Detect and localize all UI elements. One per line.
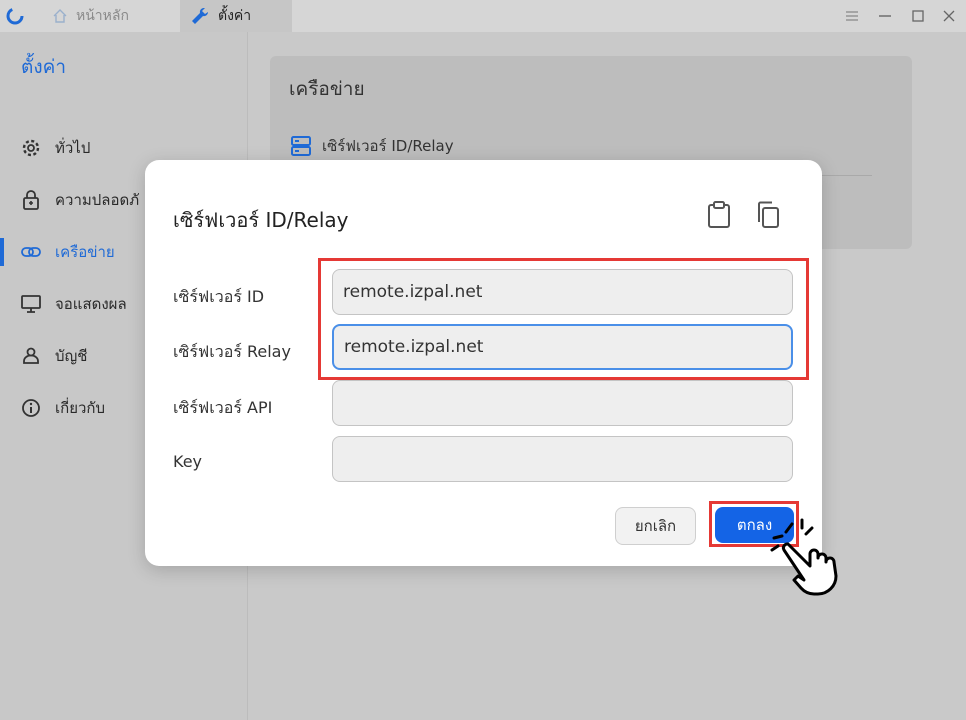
server-icon xyxy=(291,136,311,156)
copy-icon[interactable] xyxy=(754,200,782,230)
cancel-button[interactable]: ยกเลิก xyxy=(615,507,696,545)
sidebar-item-label: จอแสดงผล xyxy=(55,295,127,313)
tab-home-label: หน้าหลัก xyxy=(76,8,129,24)
id-relay-server-row[interactable]: เซิร์ฟเวอร์ ID/Relay xyxy=(290,134,454,158)
lock-icon xyxy=(23,190,39,210)
tab-settings[interactable]: ตั้งค่า xyxy=(180,0,292,32)
relay-server-label: เซิร์ฟเวอร์ Relay xyxy=(173,342,291,361)
tab-home[interactable]: หน้าหลัก xyxy=(52,0,129,32)
minimize-icon xyxy=(879,15,891,17)
maximize-button[interactable] xyxy=(906,4,930,28)
hand-pointer-icon xyxy=(770,518,838,596)
api-server-label: เซิร์ฟเวอร์ API xyxy=(173,398,273,417)
key-input[interactable] xyxy=(332,436,793,482)
card-title: เครือข่าย xyxy=(289,78,365,100)
wrench-icon xyxy=(192,7,209,24)
app-logo-icon xyxy=(6,7,24,25)
minimize-button[interactable] xyxy=(873,4,897,28)
api-server-input[interactable] xyxy=(332,380,793,426)
person-icon xyxy=(23,347,39,364)
menu-button[interactable] xyxy=(840,4,864,28)
menu-icon xyxy=(846,11,858,21)
active-indicator xyxy=(0,238,4,266)
id-server-label: เซิร์ฟเวอร์ ID xyxy=(173,287,265,306)
key-label: Key xyxy=(173,452,203,471)
gear-icon xyxy=(22,139,40,157)
card-row-label: เซิร์ฟเวอร์ ID/Relay xyxy=(322,137,454,155)
sidebar-item-label: ความปลอดภั xyxy=(55,191,140,209)
home-icon xyxy=(53,9,67,23)
close-button[interactable] xyxy=(937,4,961,28)
sidebar-item-label: เกี่ยวกับ xyxy=(55,399,106,417)
monitor-icon xyxy=(21,295,41,313)
tab-settings-label: ตั้งค่า xyxy=(218,8,252,24)
sidebar-item-label: ทั่วไป xyxy=(55,139,91,157)
info-icon xyxy=(22,399,40,417)
dialog-title: เซิร์ฟเวอร์ ID/Relay xyxy=(173,208,349,232)
sidebar-item-label: เครือข่าย xyxy=(55,243,115,261)
clipboard-icon[interactable] xyxy=(705,200,733,230)
title-bar: หน้าหลัก ตั้งค่า xyxy=(0,0,966,32)
close-icon xyxy=(943,10,955,22)
sidebar-title: ตั้งค่า xyxy=(21,56,66,78)
maximize-icon xyxy=(912,10,924,22)
sidebar-item-label: บัญชี xyxy=(55,347,88,365)
link-icon xyxy=(21,247,41,257)
highlight-box xyxy=(318,258,809,380)
